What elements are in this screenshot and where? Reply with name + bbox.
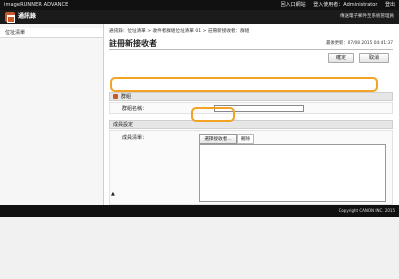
member-list-box[interactable] (199, 144, 386, 202)
mail-admin-link[interactable]: 傳送電子郵件至系統管理員 (340, 12, 394, 22)
member-section-header: 成員設定 (109, 120, 393, 129)
member-list-row: 成員清單： 選擇接收者... 刪除 (109, 130, 393, 205)
select-recipient-button[interactable]: 選擇接收者... (199, 134, 237, 144)
portal-link[interactable]: 回入口網站 (281, 2, 306, 8)
sidebar-item-address-list[interactable]: 位址清單 (0, 28, 103, 38)
address-book-icon (5, 12, 15, 23)
back-to-top-icon[interactable]: ▲ (111, 191, 115, 197)
delete-button[interactable]: 刪除 (237, 134, 254, 144)
group-icon (113, 94, 118, 99)
select-recipient-highlight (191, 107, 235, 122)
divider (109, 49, 393, 50)
footer: Copyright CANON INC. 2015 (0, 205, 399, 217)
breadcrumb: 通訊錄：位址清單 > 收件者群組位址清單 01 > 註冊新接收者：群組 (109, 29, 250, 34)
group-section-header: 群組 (109, 92, 393, 101)
group-name-highlight (110, 77, 378, 92)
last-updated: 最後更新：07/08 2015 04:41:37 (326, 41, 393, 46)
login-user-name: Administrator (343, 2, 378, 8)
member-list-label: 成員清單： (122, 135, 148, 141)
group-name-label: 群組名稱： (122, 106, 148, 112)
login-user-label: 登入使用者： (313, 2, 344, 8)
app-title: 通訊錄 (18, 13, 37, 20)
group-section-title: 群組 (121, 94, 132, 100)
group-name-row: 群組名稱： (109, 102, 393, 114)
sidebar: 位址清單 (0, 24, 104, 205)
ok-button[interactable]: 確定 (328, 53, 354, 63)
cancel-button[interactable]: 取消 (359, 53, 389, 63)
main-panel: 通訊錄：位址清單 > 收件者群組位址清單 01 > 註冊新接收者：群組 註冊新接… (104, 24, 399, 205)
app-header: 通訊錄 傳送電子郵件至系統管理員 (0, 10, 399, 24)
copyright: Copyright CANON INC. 2015 (338, 208, 395, 213)
page-title: 註冊新接收者 (109, 39, 157, 48)
top-bar-right: 回入口網站 登入使用者：Administrator 登出 (275, 0, 395, 10)
top-bar: imageRUNNER ADVANCE 回入口網站 登入使用者：Administ… (0, 0, 399, 10)
logout-link[interactable]: 登出 (385, 2, 395, 8)
brand-name: imageRUNNER ADVANCE (4, 2, 69, 8)
